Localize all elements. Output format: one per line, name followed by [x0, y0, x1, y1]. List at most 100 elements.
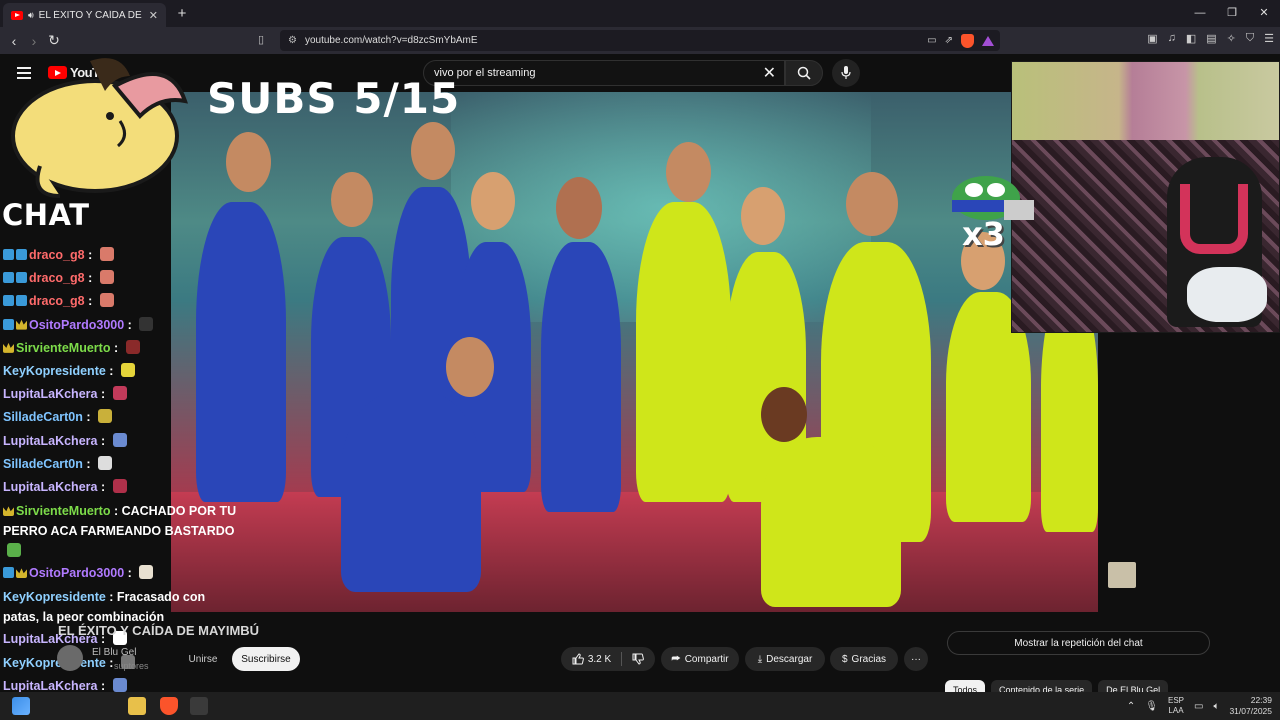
super-thanks-icon: $	[841, 653, 848, 665]
video-head	[556, 177, 602, 239]
screenshot-icon[interactable]: ▣	[1147, 32, 1157, 45]
show-chat-replay-button[interactable]: Mostrar la repetición del chat	[947, 631, 1210, 655]
volume-icon[interactable]: 🔈︎	[1213, 701, 1219, 712]
subscriber-badge-icon	[3, 567, 14, 579]
search-button[interactable]	[785, 60, 823, 86]
clock-date: 31/07/2025	[1229, 706, 1272, 716]
channel-avatar[interactable]	[57, 645, 83, 671]
chat-emote-icon	[112, 677, 127, 692]
leo-ai-icon[interactable]: ✧	[1227, 32, 1236, 45]
thumbs-down-icon[interactable]	[632, 653, 645, 665]
chat-username: LupitaLaKchera	[3, 387, 98, 402]
windows-taskbar: ⌃ 🎙︎ ESP LAA ▭ 🔈︎ 22:39 31/07/2025	[0, 692, 1280, 720]
microphone-icon	[841, 66, 851, 79]
obs-icon[interactable]	[190, 697, 208, 715]
menu-icon[interactable]: ☰	[1264, 32, 1274, 45]
keyboard-layout: LAA	[1168, 706, 1184, 715]
brave-browser-icon[interactable]	[160, 697, 178, 715]
chat-separator: :	[84, 271, 96, 286]
window-controls: — ❐ ✕	[1184, 0, 1280, 27]
chat-separator: :	[105, 364, 117, 379]
subscriber-count: suptores	[114, 661, 149, 671]
chat-message: OsitoPardo3000 :	[3, 314, 243, 337]
close-window-button[interactable]: ✕	[1248, 0, 1280, 27]
speaker-icon[interactable]: 🔊︎	[28, 10, 34, 21]
url-actions: ▭ ⇗	[927, 33, 994, 48]
chat-message: KeyKopresidente :	[3, 360, 243, 383]
tab-close-icon[interactable]: ✕	[149, 9, 158, 22]
chat-message: draco_g8 :	[3, 290, 243, 313]
chat-username: SirvienteMuerto	[16, 504, 111, 519]
explorer-icon[interactable]	[128, 697, 146, 715]
like-button[interactable]: 3.2 K	[572, 653, 611, 665]
cast-icon[interactable]: ▭	[927, 35, 936, 46]
network-icon[interactable]: ▭	[1194, 701, 1203, 712]
chat-separator: :	[124, 566, 136, 581]
chat-username: OsitoPardo3000	[29, 317, 125, 332]
brave-rewards-icon[interactable]	[982, 35, 994, 46]
video-head	[666, 142, 711, 202]
chat-username: draco_g8	[29, 271, 85, 286]
clock[interactable]: 22:39 31/07/2025	[1229, 695, 1272, 717]
system-tray: ⌃ 🎙︎ ESP LAA ▭ 🔈︎ 22:39 31/07/2025	[1127, 692, 1272, 720]
more-actions-button[interactable]: ···	[904, 647, 928, 671]
chat-emote-icon	[112, 479, 127, 494]
language-indicator[interactable]: ESP LAA	[1168, 696, 1184, 716]
chat-message: SirvienteMuerto :	[3, 337, 243, 360]
youtube-favicon-icon	[11, 10, 23, 20]
chat-username: SilladeCart0n	[3, 410, 83, 425]
share-label: Compartir	[684, 653, 729, 665]
microphone-tray-icon[interactable]: 🎙︎	[1145, 701, 1158, 712]
download-icon: ⤓	[757, 653, 763, 665]
thumbs-up-icon	[572, 653, 584, 665]
video-head	[761, 387, 807, 442]
chat-username: KeyKopresidente	[3, 364, 106, 379]
tray-overflow-icon[interactable]: ⌃	[1127, 701, 1135, 712]
chat-message: LupitaLaKchera :	[3, 476, 243, 499]
music-icon[interactable]: ♫	[1168, 32, 1176, 45]
dog-mascot-icon	[11, 58, 188, 198]
join-button[interactable]: Unirse	[176, 648, 230, 670]
crown-badge-icon	[16, 568, 27, 579]
subscriber-badge-icon	[16, 272, 27, 284]
channel-name[interactable]: El Blu Gel	[92, 647, 136, 658]
browser-tab[interactable]: 🔊︎ EL ÉXITO Y CAÍDA DE MAYIMBÚ ✕	[3, 3, 166, 27]
crown-badge-icon	[3, 342, 14, 353]
download-button[interactable]: ⤓ Descargar	[745, 647, 825, 671]
chat-username: SilladeCart0n	[3, 456, 83, 471]
subscriber-badge-icon	[3, 295, 14, 307]
search-input[interactable]: vivo por el streaming ✕	[423, 60, 785, 86]
clock-time: 22:39	[1250, 695, 1272, 705]
sidebar-icon[interactable]: ◧	[1186, 32, 1196, 45]
brave-shields-icon[interactable]	[961, 33, 974, 48]
video-head	[846, 172, 898, 236]
site-info-icon[interactable]: ⚙	[288, 35, 297, 46]
chat-separator: :	[124, 317, 136, 332]
webcam-cloth	[1187, 267, 1267, 322]
subscribe-button[interactable]: Suscribirse	[232, 647, 300, 671]
thanks-button[interactable]: $ Gracias	[830, 647, 898, 671]
start-button[interactable]	[12, 697, 30, 715]
video-person	[341, 392, 481, 592]
voice-search-button[interactable]	[832, 59, 860, 87]
download-label: Descargar	[766, 653, 813, 665]
url-field[interactable]: ⚙ youtube.com/watch?v=d8zcSmYbAmE ▭ ⇗	[280, 30, 1000, 51]
wallet-icon[interactable]: ▤	[1206, 32, 1216, 45]
chat-username: KeyKopresidente	[3, 590, 106, 605]
vpn-icon[interactable]: ⛉	[1246, 32, 1254, 45]
restore-button[interactable]: ❐	[1216, 0, 1248, 27]
chat-separator: :	[82, 456, 94, 471]
share-icon[interactable]: ⇗	[945, 35, 953, 46]
minimize-button[interactable]: —	[1184, 0, 1216, 27]
bookmark-icon[interactable]: ▯	[258, 33, 264, 46]
browser-toolbar: ▣ ♫ ◧ ▤ ✧ ⛉ ☰	[1147, 32, 1274, 45]
video-person	[761, 437, 901, 607]
chat-emote-icon	[1108, 562, 1136, 588]
new-tab-button[interactable]: +	[172, 5, 192, 22]
chat-username: OsitoPardo3000	[29, 566, 125, 581]
subscriber-badge-icon	[16, 249, 27, 260]
chat-separator: :	[84, 294, 96, 309]
share-button[interactable]: ⮫ Compartir	[661, 647, 739, 671]
clear-search-icon[interactable]: ✕	[763, 63, 776, 83]
webcam-overlay	[1011, 61, 1280, 333]
